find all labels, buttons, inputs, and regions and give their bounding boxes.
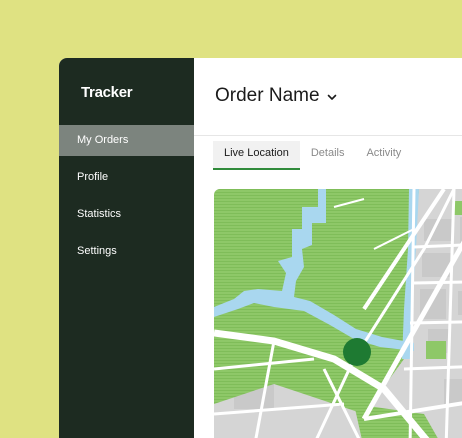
tab-details[interactable]: Details <box>300 141 356 170</box>
page-title: Order Name <box>215 85 320 106</box>
sidebar-item-statistics[interactable]: Statistics <box>59 199 194 230</box>
header-divider <box>194 135 462 136</box>
main-content: Order Name Live Location Details Activit… <box>194 58 462 438</box>
tab-bar: Live Location Details Activity <box>213 141 412 170</box>
sidebar-nav: My Orders Profile Statistics Settings <box>59 125 194 273</box>
chevron-down-icon <box>327 94 336 100</box>
order-name-dropdown[interactable]: Order Name <box>215 85 337 107</box>
map-canvas <box>214 189 462 438</box>
live-location-map[interactable] <box>214 189 462 438</box>
sidebar-item-my-orders[interactable]: My Orders <box>59 125 194 156</box>
sidebar-item-profile[interactable]: Profile <box>59 162 194 193</box>
tab-activity[interactable]: Activity <box>355 141 412 170</box>
sidebar: Tracker My Orders Profile Statistics Set… <box>59 58 194 438</box>
location-marker-icon[interactable] <box>343 338 371 366</box>
sidebar-item-settings[interactable]: Settings <box>59 236 194 267</box>
app-window: Tracker My Orders Profile Statistics Set… <box>59 58 462 438</box>
tab-live-location[interactable]: Live Location <box>213 141 300 170</box>
brand-logo: Tracker <box>81 84 133 101</box>
